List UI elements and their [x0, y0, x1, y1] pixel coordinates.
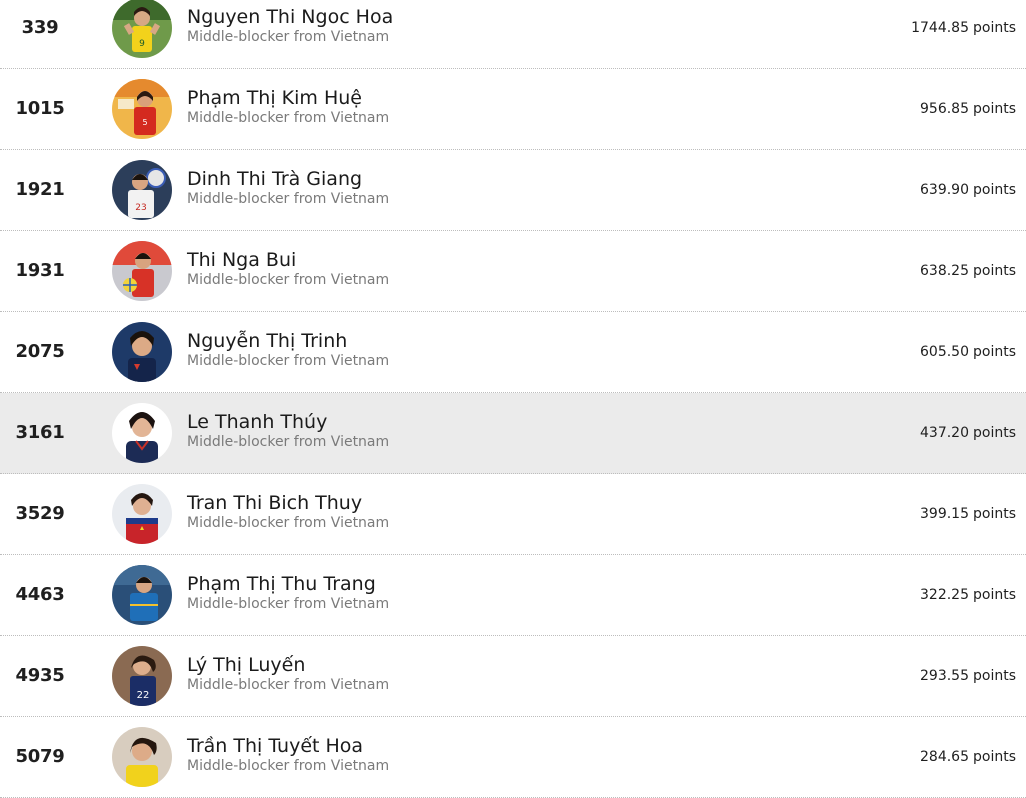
- player-avatar[interactable]: [112, 403, 172, 463]
- player-points: 437.20 points: [920, 393, 1016, 473]
- player-avatar[interactable]: [112, 565, 172, 625]
- player-position: Middle-blocker from Vietnam: [187, 434, 390, 450]
- rank-number: 5079: [15, 746, 65, 767]
- rank-number: 1931: [15, 260, 65, 281]
- rank-number: 3529: [15, 503, 65, 524]
- player-avatar[interactable]: 5: [112, 79, 172, 139]
- player-name-link[interactable]: Nguyễn Thị Trinh: [187, 330, 347, 352]
- player-points: 605.50 points: [920, 312, 1016, 392]
- points-value: 322.25: [920, 587, 969, 603]
- points-value: 639.90: [920, 182, 969, 198]
- player-avatar[interactable]: 9: [112, 0, 172, 58]
- player-points: 284.65 points: [920, 717, 1016, 797]
- player-avatar[interactable]: 23: [112, 160, 172, 220]
- svg-text:5: 5: [142, 118, 147, 127]
- points-unit: points: [973, 344, 1016, 360]
- ranking-row[interactable]: 4463 Phạm Thị Thu Trang Middle-blocker f…: [0, 555, 1026, 636]
- ranking-row[interactable]: 1921 23 Dinh Thi Trà Giang Middle-blocke…: [0, 150, 1026, 231]
- points-value: 638.25: [920, 263, 969, 279]
- ranking-list: 339 9 Nguyen Thi Ngoc Hoa Middle-blocker…: [0, 0, 1026, 798]
- player-position: Middle-blocker from Vietnam: [187, 596, 390, 612]
- player-name-link[interactable]: Nguyen Thi Ngoc Hoa: [187, 6, 393, 28]
- player-position: Middle-blocker from Vietnam: [187, 353, 390, 369]
- player-avatar[interactable]: [112, 727, 172, 787]
- points-unit: points: [973, 182, 1016, 198]
- svg-text:9: 9: [139, 39, 145, 49]
- player-points: 322.25 points: [920, 555, 1016, 635]
- points-unit: points: [973, 587, 1016, 603]
- points-value: 293.55: [920, 668, 969, 684]
- ranking-row[interactable]: 4935 22 Lý Thị Luyến Middle-blocker from…: [0, 636, 1026, 717]
- rank-number: 2075: [15, 341, 65, 362]
- player-position: Middle-blocker from Vietnam: [187, 272, 390, 288]
- points-unit: points: [973, 749, 1016, 765]
- points-unit: points: [973, 506, 1016, 522]
- svg-text:23: 23: [135, 203, 146, 213]
- points-unit: points: [973, 20, 1016, 36]
- points-unit: points: [973, 668, 1016, 684]
- player-points: 956.85 points: [920, 69, 1016, 149]
- ranking-row[interactable]: 3529 Tran Thi Bich Thuy Middle-blocker f…: [0, 474, 1026, 555]
- player-avatar[interactable]: [112, 484, 172, 544]
- player-position: Middle-blocker from Vietnam: [187, 29, 390, 45]
- player-points: 639.90 points: [920, 150, 1016, 230]
- player-name-link[interactable]: Le Thanh Thúy: [187, 411, 327, 433]
- points-value: 284.65: [920, 749, 969, 765]
- points-unit: points: [973, 101, 1016, 117]
- player-name-link[interactable]: Thi Nga Bui: [187, 249, 296, 271]
- rank-number: 4935: [15, 665, 65, 686]
- rank-number: 339: [21, 17, 59, 38]
- points-value: 956.85: [920, 101, 969, 117]
- player-name-link[interactable]: Tran Thi Bich Thuy: [187, 492, 362, 514]
- points-value: 399.15: [920, 506, 969, 522]
- player-points: 1744.85 points: [911, 0, 1016, 68]
- player-position: Middle-blocker from Vietnam: [187, 677, 390, 693]
- ranking-row[interactable]: 5079 Trần Thị Tuyết Hoa Middle-blocker f…: [0, 717, 1026, 798]
- rank-number: 1015: [15, 98, 65, 119]
- rank-number: 1921: [15, 179, 65, 200]
- player-position: Middle-blocker from Vietnam: [187, 515, 390, 531]
- ranking-row[interactable]: 1015 5 Phạm Thị Kim Huệ Middle-blocker f…: [0, 69, 1026, 150]
- player-name-link[interactable]: Trần Thị Tuyết Hoa: [187, 735, 363, 757]
- points-value: 1744.85: [911, 20, 969, 36]
- player-avatar[interactable]: [112, 322, 172, 382]
- player-position: Middle-blocker from Vietnam: [187, 110, 390, 126]
- player-name-link[interactable]: Phạm Thị Thu Trang: [187, 573, 376, 595]
- player-avatar[interactable]: [112, 241, 172, 301]
- points-unit: points: [973, 425, 1016, 441]
- player-points: 293.55 points: [920, 636, 1016, 716]
- ranking-row-highlighted[interactable]: 3161 Le Thanh Thúy Middle-blocker from V…: [0, 393, 1026, 474]
- player-name-link[interactable]: Phạm Thị Kim Huệ: [187, 87, 362, 109]
- player-name-link[interactable]: Lý Thị Luyến: [187, 654, 305, 676]
- player-points: 638.25 points: [920, 231, 1016, 311]
- points-value: 437.20: [920, 425, 969, 441]
- player-position: Middle-blocker from Vietnam: [187, 758, 390, 774]
- ranking-row[interactable]: 2075 Nguyễn Thị Trinh Middle-blocker fro…: [0, 312, 1026, 393]
- player-name-link[interactable]: Dinh Thi Trà Giang: [187, 168, 362, 190]
- rank-number: 4463: [15, 584, 65, 605]
- svg-text:22: 22: [137, 690, 150, 701]
- ranking-row[interactable]: 339 9 Nguyen Thi Ngoc Hoa Middle-blocker…: [0, 0, 1026, 69]
- points-unit: points: [973, 263, 1016, 279]
- rank-number: 3161: [15, 422, 65, 443]
- player-avatar[interactable]: 22: [112, 646, 172, 706]
- ranking-row[interactable]: 1931 Thi Nga Bui Middle-blocker from Vie…: [0, 231, 1026, 312]
- player-position: Middle-blocker from Vietnam: [187, 191, 390, 207]
- player-points: 399.15 points: [920, 474, 1016, 554]
- points-value: 605.50: [920, 344, 969, 360]
